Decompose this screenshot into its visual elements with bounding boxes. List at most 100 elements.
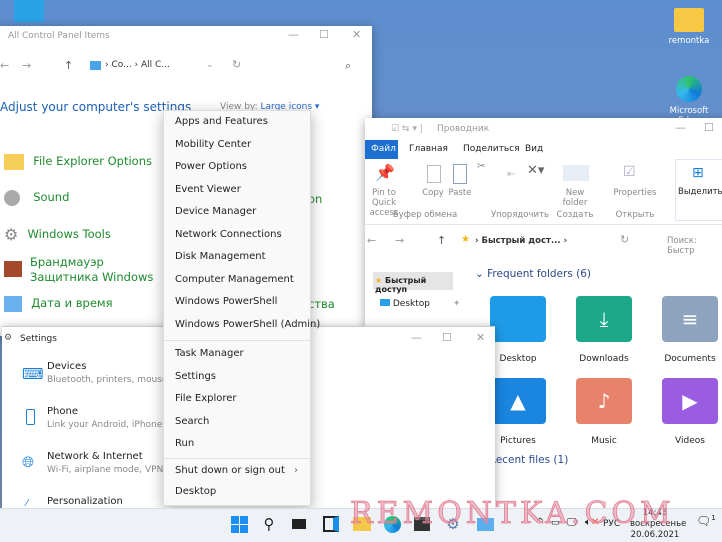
menu-item[interactable]: Run xyxy=(175,438,194,449)
tab-share[interactable]: Поделиться xyxy=(463,144,520,154)
taskbar-settings[interactable]: ⚙ xyxy=(442,513,464,535)
minimize-button[interactable]: — xyxy=(288,28,299,41)
cp-item-firewall[interactable]: Брандмауэр Защитника Windows xyxy=(4,255,164,285)
menu-item[interactable]: Mobility Center xyxy=(175,139,251,150)
nav-quick-access[interactable]: ★ Быстрый доступ xyxy=(373,272,453,294)
notification-icon[interactable]: 🗨︎1 xyxy=(696,514,716,528)
widgets-button[interactable] xyxy=(320,513,342,535)
delete-icon[interactable]: ✕▾ xyxy=(527,163,544,178)
close-button[interactable]: ✕ xyxy=(352,28,361,41)
gear-icon: ⚙ xyxy=(4,225,19,244)
search-icon: ⚲ xyxy=(263,515,275,533)
cp-item-partial[interactable]: ства xyxy=(308,297,335,311)
desktop-icon-edge[interactable]: Microsoft Edge xyxy=(664,76,714,118)
properties-button[interactable]: Properties xyxy=(610,188,660,198)
nav-desktop[interactable]: Desktop ✦ xyxy=(380,299,460,309)
folder-icon xyxy=(674,8,704,32)
desktop-folder-icon xyxy=(490,296,546,342)
group-open: Открыть xyxy=(615,210,655,220)
up-button[interactable]: ↑ xyxy=(64,59,73,72)
phone-icon xyxy=(26,409,35,425)
forward-button[interactable]: → xyxy=(395,234,404,247)
move-icon[interactable]: ⇤ xyxy=(507,169,515,180)
ribbon: 📌 Pin to Quick access Copy Paste ✂ ⇤ ✕▾ … xyxy=(365,159,722,225)
settings-devices[interactable]: ⌨ Devices Bluetooth, printers, mouse xyxy=(22,361,167,385)
clock[interactable]: 14:43 воскресенье 20.06.2021 xyxy=(630,508,686,541)
refresh-button[interactable]: ↻ xyxy=(620,233,629,246)
up-button[interactable]: ↑ xyxy=(437,234,446,247)
menu-item[interactable]: Network Connections xyxy=(175,229,282,240)
frequent-folders-header[interactable]: ⌄ Frequent folders (6) xyxy=(475,268,591,280)
maximize-button[interactable]: ☐ xyxy=(704,121,714,134)
breadcrumb[interactable]: › Co... › All C... xyxy=(105,60,170,70)
chevron-down-icon[interactable]: ⌄ xyxy=(206,60,214,70)
taskbar-store[interactable] xyxy=(411,513,433,535)
folder-icon xyxy=(353,517,371,531)
back-button[interactable]: ← xyxy=(367,234,376,247)
quick-access-toolbar[interactable]: ☑ ⇆ ▾ | xyxy=(391,124,423,134)
cut-icon[interactable]: ✂ xyxy=(477,161,485,172)
gear-icon: ⚙ xyxy=(446,515,460,533)
volume-muted-icon[interactable]: 🔈︎✕ xyxy=(585,517,599,528)
globe-icon: 🌐︎ xyxy=(22,453,35,471)
maximize-button[interactable]: ☐ xyxy=(319,28,329,41)
folder-label: Videos xyxy=(675,436,705,446)
select-button[interactable]: ⊞ Выделить xyxy=(675,159,722,221)
menu-item[interactable]: Windows PowerShell xyxy=(175,296,277,307)
cp-item-date-time[interactable]: Дата и время xyxy=(4,296,113,312)
network-icon[interactable]: 🖵︎ xyxy=(567,517,577,528)
desktop-icon-partial[interactable] xyxy=(14,0,44,22)
menu-item[interactable]: Desktop xyxy=(175,486,216,497)
minimize-button[interactable]: — xyxy=(411,331,422,344)
battery-icon[interactable]: ▭ xyxy=(551,518,560,528)
back-button[interactable]: ← xyxy=(0,59,9,72)
menu-item[interactable]: Task Manager xyxy=(175,348,244,359)
settings-network[interactable]: 🌐︎ Network & Internet Wi-Fi, airplane mode… xyxy=(22,451,163,475)
desktop-icon-remontka[interactable]: remontka xyxy=(664,8,714,46)
new-folder-button[interactable]: New folder xyxy=(555,188,595,208)
task-view-button[interactable] xyxy=(288,513,310,535)
tab-home[interactable]: Главная xyxy=(409,144,448,154)
search-icon[interactable]: ⌕ xyxy=(345,59,351,73)
menu-item[interactable]: File Explorer xyxy=(175,393,237,404)
window-title: All Control Panel Items xyxy=(8,31,110,41)
menu-item[interactable]: Disk Management xyxy=(175,251,266,262)
refresh-button[interactable]: ↻ xyxy=(232,58,241,71)
menu-item[interactable]: Device Manager xyxy=(175,206,256,217)
menu-item[interactable]: Settings xyxy=(175,371,216,382)
forward-button[interactable]: → xyxy=(22,59,31,72)
start-button[interactable] xyxy=(228,513,250,535)
language-indicator[interactable]: РУС xyxy=(603,519,620,529)
select-all-icon: ⊞ xyxy=(692,165,704,181)
settings-phone[interactable]: Phone Link your Android, iPhone xyxy=(22,406,162,430)
search-button[interactable]: ⚲ xyxy=(258,513,280,535)
recent-files-header[interactable]: Recent files (1) xyxy=(489,454,568,466)
menu-item[interactable]: Event Viewer xyxy=(175,184,241,195)
pin-icon[interactable]: ✦ xyxy=(453,299,461,309)
close-button[interactable]: ✕ xyxy=(476,331,485,344)
menu-item[interactable]: Shut down or sign out xyxy=(175,465,285,476)
taskbar-control-panel[interactable] xyxy=(474,513,496,535)
address-bar[interactable]: › Быстрый дост... › xyxy=(475,236,567,246)
menu-item[interactable]: Power Options xyxy=(175,161,247,172)
paste-button[interactable]: Paste xyxy=(440,188,480,198)
star-icon: ★ xyxy=(375,276,383,285)
minimize-button[interactable]: — xyxy=(675,121,686,134)
cp-item-sound[interactable]: Sound xyxy=(4,190,69,206)
maximize-button[interactable]: ☐ xyxy=(442,331,452,344)
settings-personalization[interactable]: ⁄ Personalization xyxy=(22,496,123,509)
taskbar-file-explorer[interactable] xyxy=(351,513,373,535)
tab-file[interactable]: Файл xyxy=(365,140,398,159)
show-hidden-icons[interactable]: ^ xyxy=(536,517,544,528)
search-input[interactable]: Поиск: Быстр xyxy=(667,236,722,256)
cp-item-file-explorer-options[interactable]: File Explorer Options xyxy=(4,154,152,170)
menu-item[interactable]: Windows PowerShell (Admin) xyxy=(175,319,320,330)
menu-item[interactable]: Search xyxy=(175,416,209,427)
taskbar-edge[interactable] xyxy=(381,513,403,535)
cp-item-windows-tools[interactable]: ⚙ Windows Tools xyxy=(4,225,111,244)
tab-view[interactable]: Вид xyxy=(525,144,543,154)
menu-item[interactable]: Computer Management xyxy=(175,274,294,285)
folder-label: Documents xyxy=(664,354,716,364)
star-icon: ★ xyxy=(461,234,470,245)
menu-item[interactable]: Apps and Features xyxy=(175,116,268,127)
